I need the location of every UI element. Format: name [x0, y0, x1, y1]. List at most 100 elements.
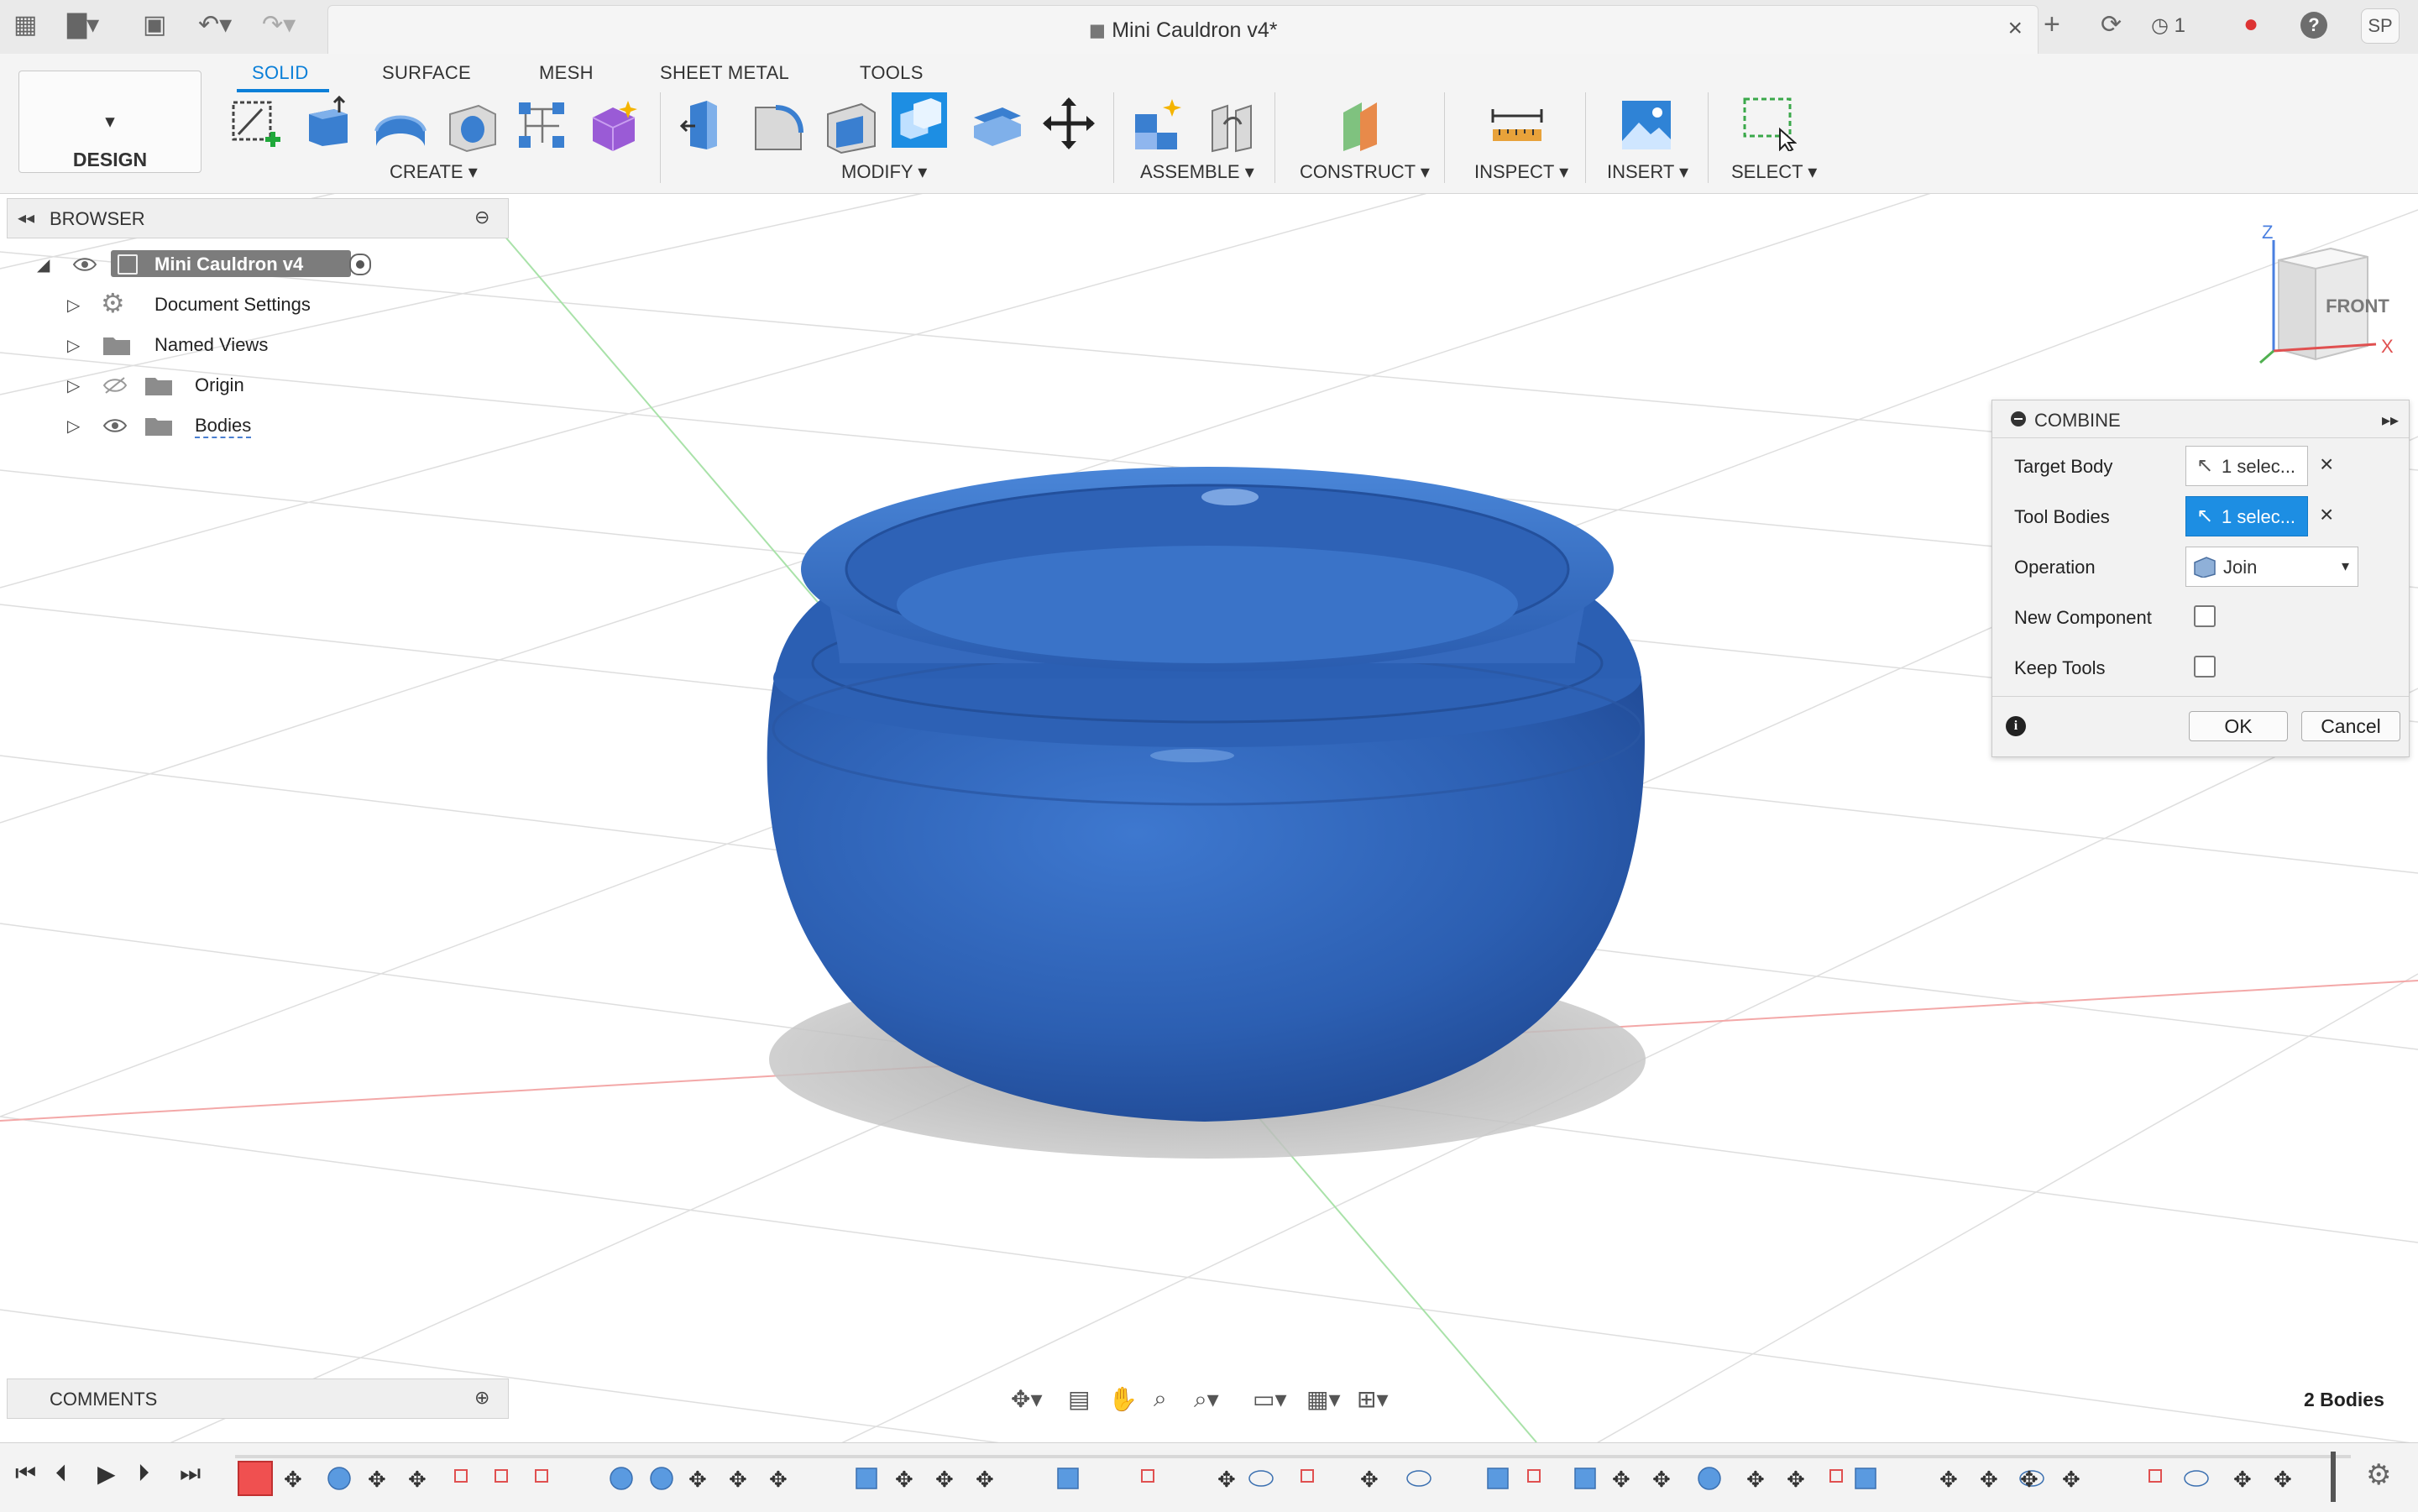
go-to-end-icon[interactable]: ⏭	[180, 1460, 201, 1488]
create-sketch-icon[interactable]	[228, 97, 284, 153]
move-copy-icon[interactable]	[1041, 96, 1096, 151]
add-comment-icon[interactable]: ⊕	[474, 1387, 489, 1409]
dialog-collapse-icon[interactable]	[2011, 411, 2026, 426]
step-forward-icon[interactable]: ⏵	[138, 1460, 149, 1488]
offset-plane-icon[interactable]	[1337, 97, 1392, 153]
pattern-icon[interactable]	[514, 99, 569, 154]
tab-mesh[interactable]: MESH	[539, 62, 594, 84]
info-icon[interactable]: i	[2006, 716, 2026, 736]
dialog-expand-icon[interactable]: ▸▸	[2382, 410, 2399, 431]
file-menu-icon[interactable]: ▇▾	[67, 10, 99, 39]
job-status[interactable]: ◷ 1	[2151, 13, 2185, 38]
new-component-checkbox[interactable]	[2194, 605, 2216, 627]
measure-icon[interactable]	[1489, 97, 1545, 153]
online-status-icon[interactable]: ⟳	[2101, 10, 2122, 39]
play-icon[interactable]: ▶	[97, 1460, 116, 1488]
undo-icon[interactable]: ↶▾	[198, 10, 232, 39]
revolve-icon[interactable]	[373, 99, 428, 154]
expand-triangle-icon[interactable]: ▷	[67, 295, 80, 316]
svg-text:✥: ✥	[368, 1468, 386, 1493]
step-back-icon[interactable]: ⏴	[55, 1460, 67, 1488]
create-form-icon[interactable]	[586, 99, 641, 154]
pan-hand-icon[interactable]: ✋	[1108, 1385, 1138, 1413]
close-tab-icon[interactable]: ×	[2007, 14, 2023, 43]
timeline-settings-gear-icon[interactable]: ⚙	[2366, 1458, 2391, 1492]
select-menu[interactable]: SELECT ▾	[1731, 161, 1817, 183]
hole-icon[interactable]	[445, 99, 500, 154]
visibility-eye-icon[interactable]	[102, 416, 128, 435]
viewcube[interactable]: FRONT Z X	[2250, 220, 2401, 371]
root-component-label[interactable]: Mini Cauldron v4	[111, 250, 351, 277]
help-icon[interactable]: ?	[2300, 12, 2327, 39]
go-to-start-icon[interactable]: ⏮	[15, 1460, 36, 1488]
insert-menu[interactable]: INSERT ▾	[1607, 161, 1688, 183]
create-menu[interactable]: CREATE ▾	[390, 161, 478, 183]
document-tab[interactable]: ◼ Mini Cauldron v4* ×	[327, 5, 2039, 55]
cancel-button[interactable]: Cancel	[2301, 711, 2400, 741]
tab-tools[interactable]: TOOLS	[860, 62, 924, 84]
inspect-menu[interactable]: INSPECT ▾	[1474, 161, 1568, 183]
svg-text:✥: ✥	[2274, 1468, 2292, 1493]
joint-icon[interactable]	[1204, 99, 1259, 154]
viewcube-front-face[interactable]: FRONT	[2326, 296, 2389, 317]
shell-icon[interactable]	[823, 99, 878, 154]
grid-settings-icon[interactable]: ▦▾	[1306, 1385, 1341, 1413]
svg-text:✥: ✥	[1939, 1468, 1958, 1493]
zoom-icon[interactable]: ⌕	[1154, 1385, 1167, 1413]
cauldron-body[interactable]	[767, 467, 1645, 1122]
hidden-eye-icon[interactable]	[102, 376, 128, 395]
save-icon[interactable]: ▣	[143, 10, 166, 39]
offset-face-icon[interactable]	[969, 97, 1024, 153]
expand-triangle-icon[interactable]: ▷	[67, 335, 80, 356]
press-pull-icon[interactable]	[678, 97, 734, 153]
browser-item-document-settings[interactable]: ▷ ⚙ Document Settings	[67, 287, 369, 322]
browser-root-row[interactable]: ◢ Mini Cauldron v4	[34, 247, 386, 282]
collapse-panel-icon[interactable]: ◂◂	[18, 207, 34, 228]
timeline-features[interactable]: ✥ ✥ ✥ ✥ ✥ ✥ ✥ ✥ ✥ ✥ ✥ ✥ ✥ ✥ ✥ ✥ ✥ ✥ ✥ ✥ ✥	[235, 1448, 2351, 1507]
svg-text:✥: ✥	[935, 1468, 954, 1493]
look-at-icon[interactable]: ▤	[1068, 1385, 1090, 1413]
tab-surface[interactable]: SURFACE	[382, 62, 471, 84]
select-window-icon[interactable]	[1741, 96, 1797, 151]
collapse-triangle-icon[interactable]: ◢	[37, 254, 50, 275]
expand-triangle-icon[interactable]: ▷	[67, 416, 80, 437]
modify-menu[interactable]: MODIFY ▾	[841, 161, 927, 183]
ok-button[interactable]: OK	[2189, 711, 2288, 741]
fit-zoom-icon[interactable]: ⌕▾	[1194, 1385, 1219, 1414]
workspace-switcher[interactable]: DESIGN ▾	[18, 71, 202, 173]
viewports-icon[interactable]: ⊞▾	[1357, 1385, 1389, 1413]
browser-item-origin[interactable]: ▷ Origin	[67, 368, 369, 403]
target-body-selector[interactable]: ↖ 1 selec...	[2185, 446, 2308, 486]
user-avatar[interactable]: SP	[2361, 8, 2400, 44]
panel-pin-icon[interactable]: ⊖	[474, 207, 489, 228]
orbit-icon[interactable]: ✥▾	[1011, 1385, 1043, 1413]
notifications-icon[interactable]: ●	[2243, 10, 2258, 39]
browser-item-label: Named Views	[154, 334, 269, 355]
construct-menu[interactable]: CONSTRUCT ▾	[1300, 161, 1430, 183]
combine-icon[interactable]	[892, 92, 947, 148]
extrude-icon[interactable]	[301, 94, 356, 149]
browser-item-named-views[interactable]: ▷ Named Views	[67, 327, 369, 363]
fillet-icon[interactable]	[751, 99, 806, 154]
visibility-eye-icon[interactable]	[72, 255, 97, 274]
new-component-icon[interactable]	[1130, 97, 1185, 153]
redo-icon[interactable]: ↷▾	[262, 10, 296, 39]
tab-solid[interactable]: SOLID	[252, 62, 309, 84]
new-tab-icon[interactable]: +	[2044, 8, 2060, 41]
assemble-menu[interactable]: ASSEMBLE ▾	[1140, 161, 1254, 183]
app-grid-icon[interactable]: ▦	[13, 10, 37, 39]
clear-target-body-icon[interactable]: ×	[2320, 451, 2333, 478]
tool-bodies-label: Tool Bodies	[2014, 506, 2110, 527]
operation-dropdown[interactable]: Join ▾	[2185, 547, 2358, 587]
insert-image-icon[interactable]	[1619, 97, 1674, 153]
browser-item-bodies[interactable]: ▷ Bodies	[67, 408, 369, 443]
tab-sheet-metal[interactable]: SHEET METAL	[660, 62, 789, 84]
expand-triangle-icon[interactable]: ▷	[67, 375, 80, 396]
clear-tool-bodies-icon[interactable]: ×	[2320, 501, 2333, 528]
display-settings-icon[interactable]: ▭▾	[1253, 1385, 1287, 1413]
activate-radio-icon[interactable]	[349, 254, 371, 275]
keep-tools-checkbox[interactable]	[2194, 656, 2216, 678]
ribbon-divider	[1113, 92, 1114, 183]
tool-bodies-selector[interactable]: ↖ 1 selec...	[2185, 496, 2308, 536]
svg-text:✥: ✥	[1980, 1468, 1998, 1493]
